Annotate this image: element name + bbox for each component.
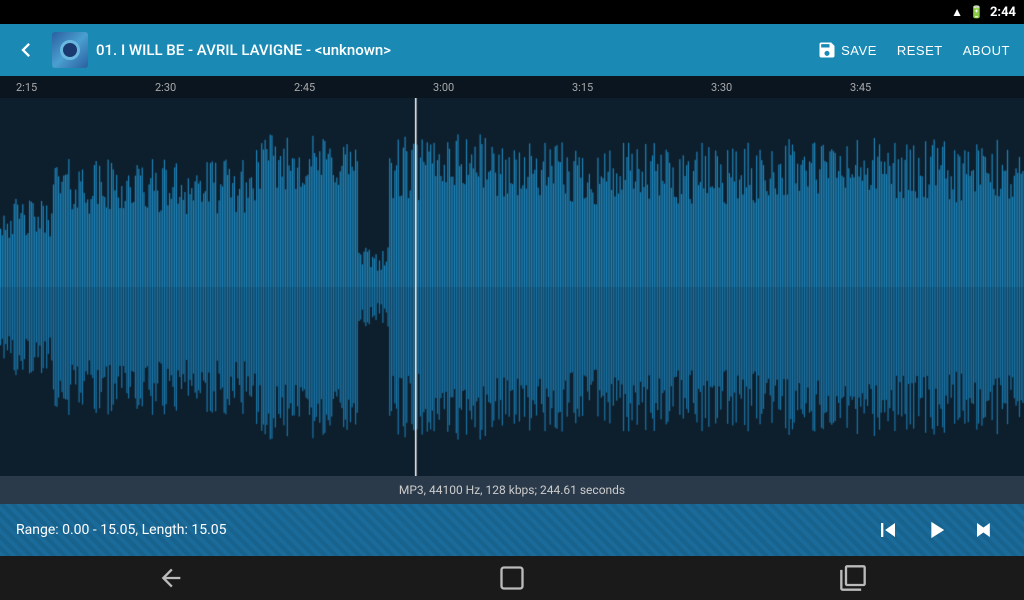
- controls-bar: Range: 0.00 - 15.05, Length: 15.05: [0, 504, 1024, 556]
- reset-button[interactable]: RESET: [891, 39, 949, 62]
- waveform-canvas: [0, 98, 1024, 476]
- status-bar: ▲ 🔋 2:44: [0, 0, 1024, 24]
- back-button[interactable]: [8, 32, 44, 68]
- album-art: [52, 32, 88, 68]
- album-art-disc: [60, 40, 80, 60]
- home-nav-button[interactable]: [478, 556, 546, 600]
- battery-icon: 🔋: [969, 5, 984, 19]
- status-time: 2:44: [990, 5, 1016, 20]
- about-label: ABOUT: [963, 43, 1010, 58]
- rewind-button[interactable]: [864, 510, 912, 550]
- back-nav-button[interactable]: [137, 556, 205, 600]
- ruler-label-4: 3:00: [433, 81, 454, 94]
- ruler-label-1: 2:15: [16, 81, 37, 94]
- play-button[interactable]: [912, 510, 960, 550]
- info-text: MP3, 44100 Hz, 128 kbps; 244.61 seconds: [399, 483, 625, 497]
- waveform-area[interactable]: [0, 98, 1024, 476]
- save-button[interactable]: SAVE: [811, 36, 883, 64]
- ruler-label-7: 3:45: [850, 81, 871, 94]
- save-label: SAVE: [841, 43, 877, 58]
- nav-bar: [0, 556, 1024, 600]
- recents-nav-button[interactable]: [819, 556, 887, 600]
- top-bar: 01. I WILL BE - AVRIL LAVIGNE - <unknown…: [0, 24, 1024, 76]
- timeline-ruler: 2:15 2:30 2:45 3:00 3:15 3:30 3:45: [0, 76, 1024, 98]
- ruler-label-3: 2:45: [294, 81, 315, 94]
- about-button[interactable]: ABOUT: [957, 39, 1016, 62]
- track-title: 01. I WILL BE - AVRIL LAVIGNE - <unknown…: [96, 41, 803, 59]
- info-bar: MP3, 44100 Hz, 128 kbps; 244.61 seconds: [0, 476, 1024, 504]
- ruler-label-2: 2:30: [155, 81, 176, 94]
- range-text: Range: 0.00 - 15.05, Length: 15.05: [16, 522, 864, 538]
- fast-forward-button[interactable]: [960, 510, 1008, 550]
- ruler-label-6: 3:30: [711, 81, 732, 94]
- wifi-icon: ▲: [951, 5, 963, 19]
- ruler-label-5: 3:15: [572, 81, 593, 94]
- reset-label: RESET: [897, 43, 943, 58]
